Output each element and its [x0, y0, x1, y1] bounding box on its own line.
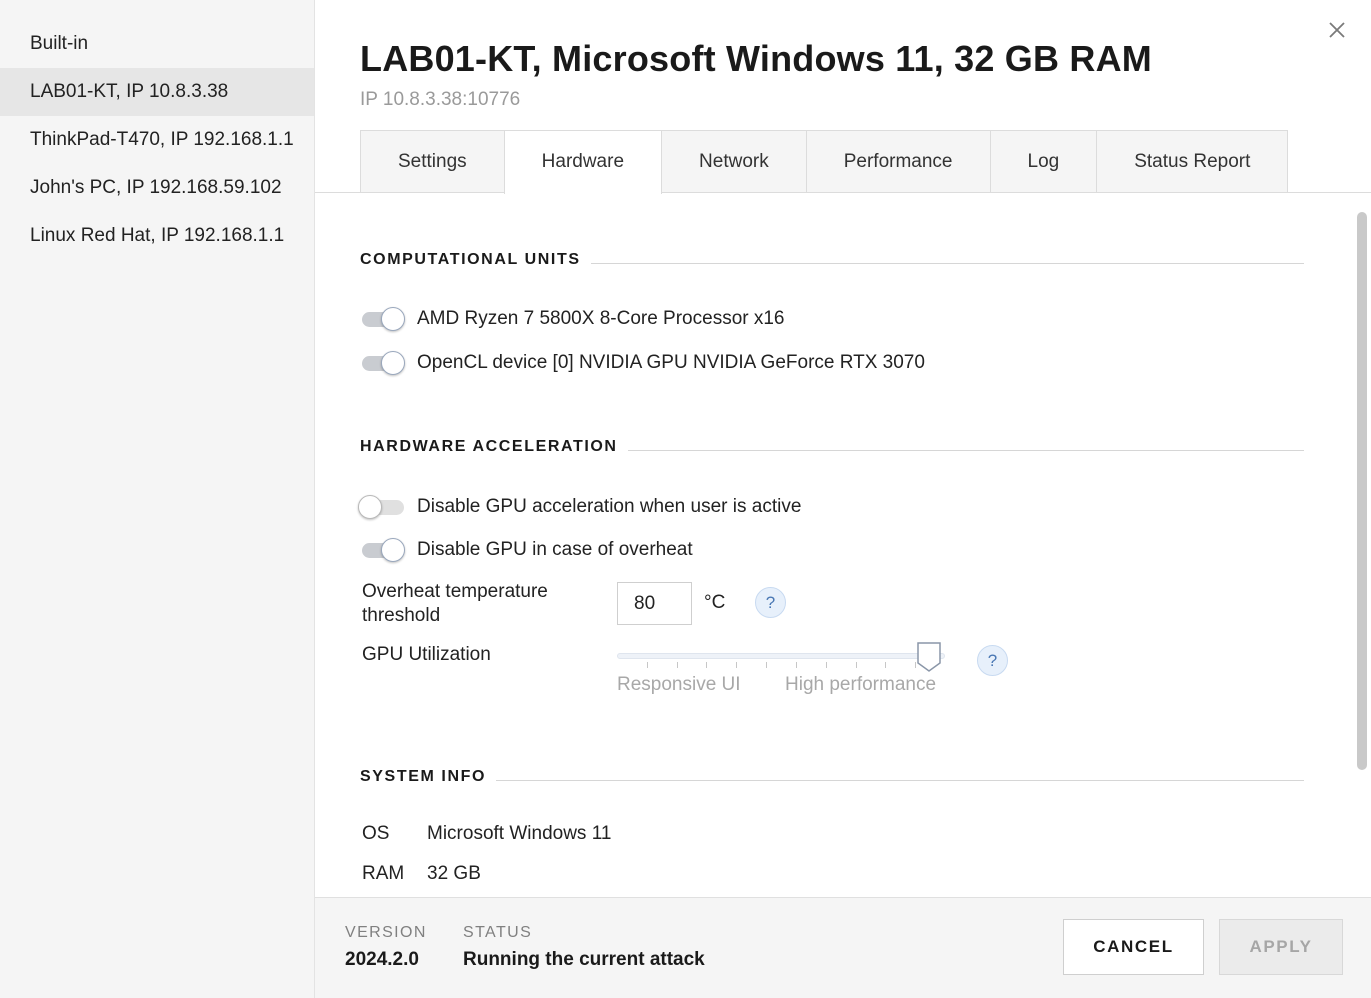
disable-gpu-when-active-toggle[interactable] — [358, 495, 404, 519]
gpu-utilization-help-icon[interactable]: ? — [977, 645, 1008, 676]
section-title: SYSTEM INFO — [360, 768, 487, 785]
slider-tick — [706, 662, 707, 668]
section-title: HARDWARE ACCELERATION — [360, 438, 618, 455]
footer-bar: VERSION 2024.2.0 STATUS Running the curr… — [315, 897, 1371, 998]
tab-hardware[interactable]: Hardware — [503, 130, 663, 194]
disable-gpu-overheat-label: Disable GPU in case of overheat — [417, 539, 693, 560]
info-key: OS — [362, 823, 390, 844]
apply-button[interactable]: APPLY — [1219, 919, 1343, 975]
info-value: 32 GB — [427, 863, 481, 884]
page-title: LAB01-KT, Microsoft Windows 11, 32 GB RA… — [360, 38, 1152, 79]
cpu-unit-label: AMD Ryzen 7 5800X 8-Core Processor x16 — [417, 308, 785, 329]
slider-tick — [736, 662, 737, 668]
main-panel: LAB01-KT, Microsoft Windows 11, 32 GB RA… — [315, 0, 1371, 998]
overheat-help-icon[interactable]: ? — [755, 587, 786, 618]
sidebar-item-lab01-kt[interactable]: LAB01-KT, IP 10.8.3.38 — [0, 68, 314, 116]
system-info-row-ram: RAM 32 GB — [362, 863, 481, 885]
vertical-scrollbar[interactable] — [1357, 212, 1367, 770]
info-key: RAM — [362, 863, 405, 884]
overheat-threshold-label: Overheat temperature threshold — [362, 581, 548, 626]
section-rule — [590, 262, 1304, 264]
page-subtitle: IP 10.8.3.38:10776 — [360, 89, 521, 110]
slider-tick — [647, 662, 648, 668]
tab-divider — [315, 192, 1371, 193]
gpu-unit-option: OpenCL device [0] NVIDIA GPU NVIDIA GeFo… — [360, 351, 925, 375]
tab-status-report[interactable]: Status Report — [1096, 130, 1289, 193]
gpu-unit-toggle[interactable] — [360, 351, 405, 375]
section-rule — [496, 779, 1304, 781]
section-heading-hardware-acceleration: HARDWARE ACCELERATION — [360, 438, 1304, 456]
cpu-unit-toggle[interactable] — [360, 307, 405, 331]
section-heading-system-info: SYSTEM INFO — [360, 768, 1304, 786]
sidebar-item-built-in[interactable]: Built-in — [0, 20, 314, 68]
gpu-unit-label: OpenCL device [0] NVIDIA GPU NVIDIA GeFo… — [417, 352, 925, 373]
disable-gpu-overheat-toggle[interactable] — [360, 538, 405, 562]
overheat-threshold-input[interactable] — [617, 582, 692, 625]
sidebar-item-johns-pc[interactable]: John's PC, IP 192.168.59.102 — [0, 164, 314, 212]
tab-log[interactable]: Log — [989, 130, 1098, 193]
section-heading-computational-units: COMPUTATIONAL UNITS — [360, 251, 1304, 269]
version-label: VERSION — [345, 924, 427, 941]
gpu-utilization-label: GPU Utilization — [362, 644, 491, 665]
cancel-button[interactable]: CANCEL — [1063, 919, 1204, 975]
system-info-row-os: OS Microsoft Windows 11 — [362, 823, 611, 845]
close-icon[interactable] — [1325, 18, 1349, 42]
section-rule — [627, 449, 1304, 451]
slider-track — [617, 653, 945, 659]
tab-network[interactable]: Network — [661, 130, 807, 193]
status-value: Running the current attack — [463, 949, 705, 970]
slider-tick — [766, 662, 767, 668]
slider-tick — [826, 662, 827, 668]
slider-max-label: High performance — [785, 674, 937, 695]
disable-gpu-when-active-label: Disable GPU acceleration when user is ac… — [417, 496, 802, 517]
version-value: 2024.2.0 — [345, 949, 419, 970]
sidebar-item-thinkpad-t470[interactable]: ThinkPad-T470, IP 192.168.1.1 — [0, 116, 314, 164]
tab-settings[interactable]: Settings — [360, 130, 505, 193]
sidebar: Built-in LAB01-KT, IP 10.8.3.38 ThinkPad… — [0, 0, 315, 998]
slider-thumb[interactable] — [916, 641, 942, 673]
tab-bar: Settings Hardware Network Performance Lo… — [360, 130, 1289, 194]
slider-tick — [796, 662, 797, 668]
section-title: COMPUTATIONAL UNITS — [360, 251, 581, 268]
slider-tick — [885, 662, 886, 668]
status-label: STATUS — [463, 924, 533, 941]
info-value: Microsoft Windows 11 — [427, 823, 612, 844]
sidebar-item-linux-red-hat[interactable]: Linux Red Hat, IP 192.168.1.1 — [0, 212, 314, 260]
disable-gpu-when-active-option: Disable GPU acceleration when user is ac… — [358, 495, 802, 519]
slider-tick — [915, 662, 916, 668]
disable-gpu-overheat-option: Disable GPU in case of overheat — [360, 538, 693, 562]
slider-tick — [856, 662, 857, 668]
cpu-unit-option: AMD Ryzen 7 5800X 8-Core Processor x16 — [360, 307, 785, 331]
slider-tick — [677, 662, 678, 668]
slider-min-label: Responsive UI — [617, 674, 741, 695]
tab-performance[interactable]: Performance — [805, 130, 991, 193]
temperature-unit: °C — [704, 592, 726, 613]
